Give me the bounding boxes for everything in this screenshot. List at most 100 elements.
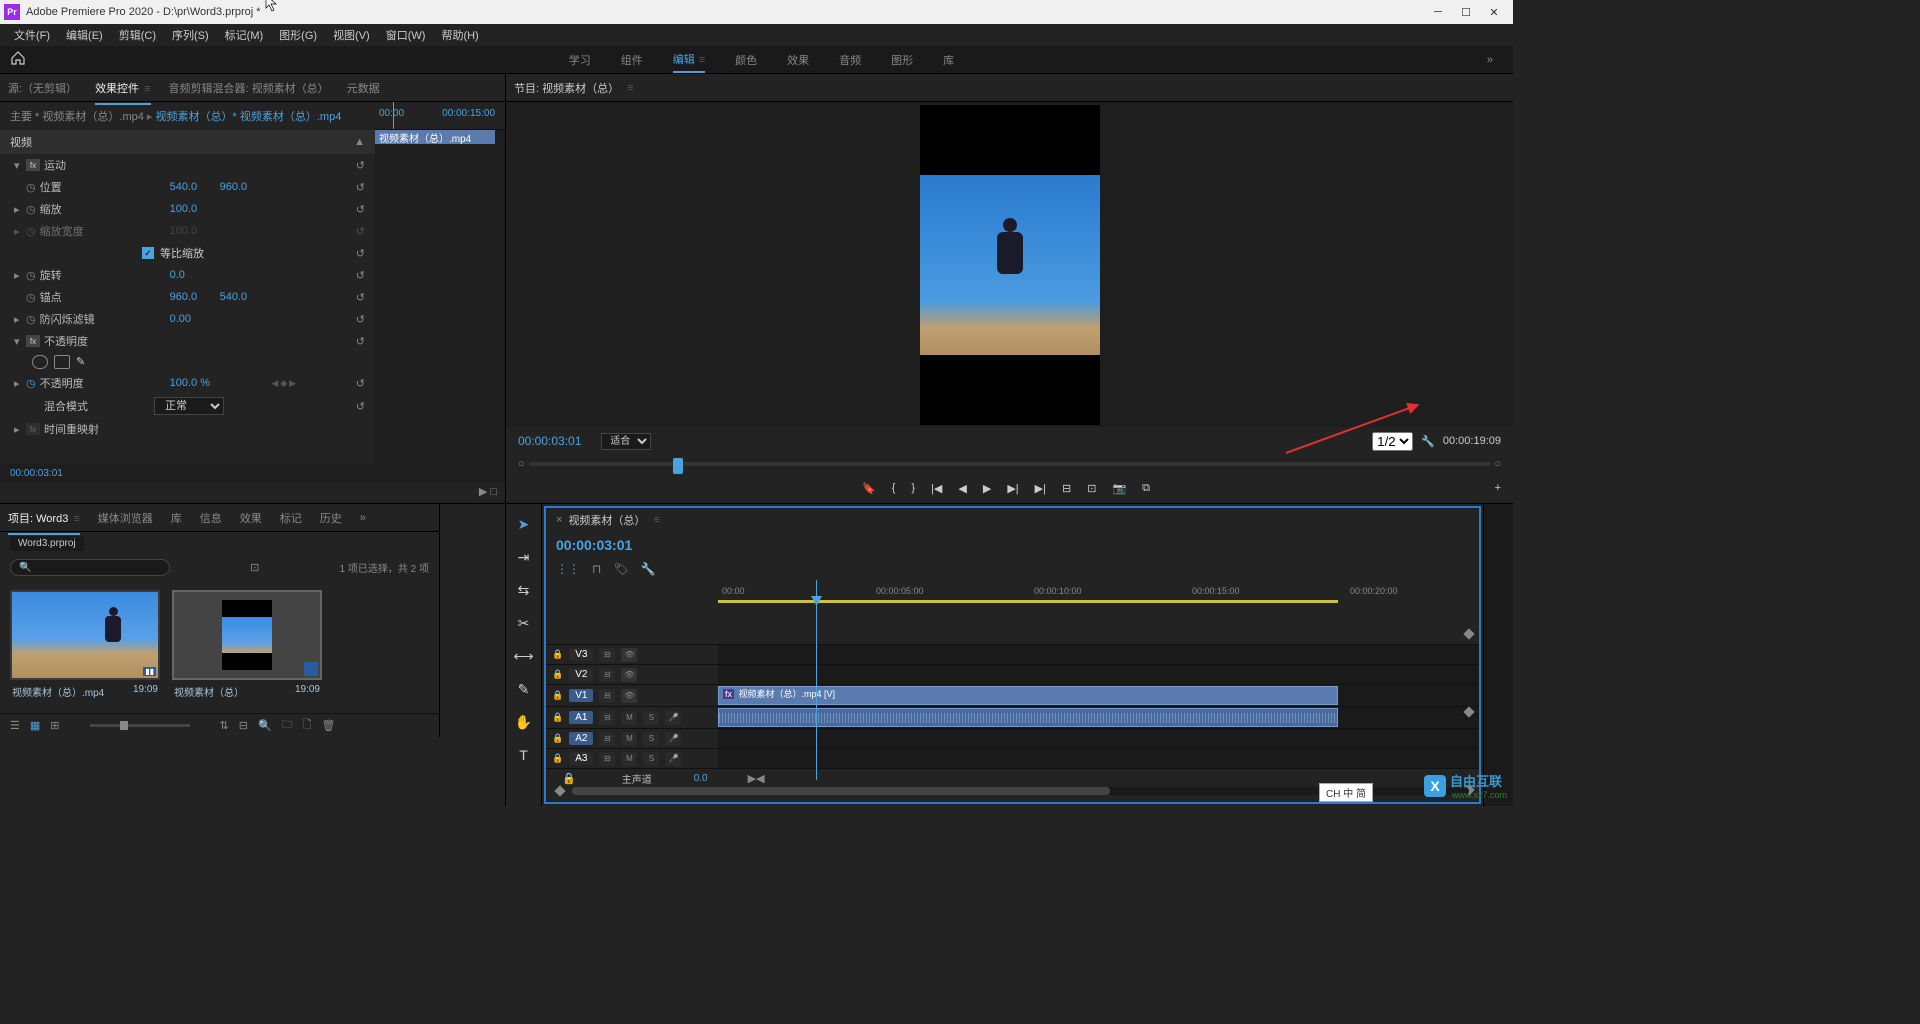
workspace-color[interactable]: 颜色 (735, 48, 757, 72)
project-filter-icon[interactable]: ⊡ (250, 561, 259, 574)
thumbnail-size-slider[interactable] (90, 724, 190, 727)
selection-tool[interactable]: ➤ (514, 514, 534, 534)
prop-rotation[interactable]: ▸◷ 旋转 0.0 ↺ (0, 264, 375, 286)
workspace-editing[interactable]: 编辑≡ (673, 47, 705, 73)
tab-markers[interactable]: 标记 (280, 506, 302, 530)
track-a3[interactable]: 🔒 A3 ⊟ M S 🎤 (546, 748, 1479, 768)
tab-history[interactable]: 历史 (320, 506, 342, 530)
workspace-learn[interactable]: 学习 (569, 48, 591, 72)
workspace-graphics[interactable]: 图形 (891, 48, 913, 72)
tab-libraries[interactable]: 库 (171, 506, 182, 530)
timeline-tab-close[interactable]: × (556, 514, 562, 526)
step-forward-icon[interactable]: ▶| (1007, 482, 1018, 495)
project-item-clip[interactable]: ▮▮ 视频素材（总）.mp4 19:09 (10, 590, 160, 703)
prop-anti-flicker[interactable]: ▸◷ 防闪烁滤镜 0.00 ↺ (0, 308, 375, 330)
program-timecode[interactable]: 00:00:03:01 (518, 434, 581, 448)
mark-in-icon[interactable]: { (892, 482, 896, 494)
workspace-effects[interactable]: 效果 (787, 48, 809, 72)
hand-tool[interactable]: ✋ (514, 712, 534, 732)
new-bin-icon[interactable]: 🗀 (282, 716, 293, 735)
workspace-overflow[interactable]: » (1487, 54, 1493, 66)
effect-motion[interactable]: ▾fx 运动 ↺ (0, 154, 375, 176)
workspace-audio[interactable]: 音频 (839, 48, 861, 72)
sort-icon[interactable]: ⇅ (220, 719, 229, 732)
track-a1[interactable]: 🔒 A1 ⊟ M S 🎤 (546, 706, 1479, 728)
audio-meters[interactable] (1483, 504, 1513, 806)
menu-window[interactable]: 窗口(W) (380, 25, 432, 45)
track-select-tool[interactable]: ⇥ (514, 547, 534, 567)
tab-project[interactable]: 项目: Word3 ≡ (8, 506, 80, 530)
tab-effect-controls[interactable]: 效果控件 ≡ (95, 76, 150, 100)
trash-icon[interactable]: 🗑 (322, 719, 336, 732)
tab-source[interactable]: 源:（无剪辑） (8, 76, 77, 100)
find-icon[interactable]: 🔍 (258, 719, 272, 732)
export-frame-icon[interactable]: 📷 (1112, 482, 1126, 495)
step-back-icon[interactable]: ◀ (958, 482, 966, 495)
mark-out-icon[interactable]: } (911, 482, 915, 494)
menu-edit[interactable]: 编辑(E) (60, 25, 109, 45)
effect-time-remap[interactable]: ▸fx 时间重映射 (0, 418, 375, 440)
program-scrubber[interactable]: ○ ○ (506, 455, 1513, 473)
menu-file[interactable]: 文件(F) (8, 25, 56, 45)
prop-position[interactable]: ◷ 位置 540.0 960.0 ↺ (0, 176, 375, 198)
prop-opacity-value[interactable]: ▸◷ 不透明度 100.0 % ◀◆▶ ↺ (0, 372, 375, 394)
freeform-view-icon[interactable]: ⊞ (50, 719, 59, 732)
track-v3[interactable]: 🔒 V3 ⊟ 👁 (546, 644, 1479, 664)
timeline-playhead[interactable] (816, 580, 817, 780)
prop-uniform-scale[interactable]: ✓ 等比缩放 ↺ (0, 242, 375, 264)
menu-marker[interactable]: 标记(M) (219, 25, 270, 45)
track-a2[interactable]: 🔒 A2 ⊟ M S 🎤 (546, 728, 1479, 748)
mask-pen-icon[interactable]: ✎ (76, 355, 92, 369)
opacity-masks[interactable]: ✎ (0, 352, 375, 372)
compare-icon[interactable]: ⧉ (1142, 482, 1150, 495)
blend-mode-select[interactable]: 正常 (154, 397, 224, 415)
effect-timeline[interactable]: 00:00 00:00:15:00 视频素材（总）.mp4 (375, 102, 505, 464)
close-button[interactable]: ✕ (1487, 5, 1501, 19)
home-button[interactable] (0, 47, 36, 72)
marker-tool-icon[interactable]: 🏷 (613, 562, 628, 576)
effect-zoom-icon[interactable]: ▶ □ (479, 485, 497, 501)
new-item-icon[interactable]: 🗋 (303, 716, 312, 735)
effect-timecode[interactable]: 00:00:03:01 (0, 464, 505, 483)
linked-selection-icon[interactable]: ⊓ (592, 562, 601, 576)
keyframe-nav[interactable]: ◀◆▶ (271, 378, 296, 389)
minimize-button[interactable]: ─ (1431, 5, 1445, 19)
timeline-timecode[interactable]: 00:00:03:01 (556, 537, 632, 553)
prop-scale[interactable]: ▸◷ 缩放 100.0 ↺ (0, 198, 375, 220)
extract-icon[interactable]: ⊡ (1087, 482, 1096, 495)
mask-rect-icon[interactable] (54, 355, 70, 369)
tab-audio-mixer[interactable]: 音频剪辑混合器: 视频素材（总） (169, 76, 329, 100)
button-editor-icon[interactable]: + (1495, 482, 1501, 494)
workspace-libraries[interactable]: 库 (943, 48, 954, 72)
auto-sequence-icon[interactable]: ⊟ (239, 719, 248, 732)
tab-info[interactable]: 信息 (200, 506, 222, 530)
settings-icon[interactable]: 🔧 (641, 562, 656, 576)
menu-view[interactable]: 视图(V) (327, 25, 376, 45)
timeline-video-clip[interactable]: fx 视频素材（总）.mp4 [V] (718, 686, 1338, 705)
tab-metadata[interactable]: 元数据 (347, 76, 380, 100)
maximize-button[interactable]: ☐ (1459, 5, 1473, 19)
menu-graphics[interactable]: 图形(G) (273, 25, 323, 45)
menu-help[interactable]: 帮助(H) (435, 25, 484, 45)
track-v2[interactable]: 🔒 V2 ⊟ 👁 (546, 664, 1479, 684)
project-search-input[interactable] (10, 559, 170, 576)
timeline-audio-clip[interactable] (718, 708, 1338, 727)
prop-blend-mode[interactable]: 混合模式 正常 ↺ (0, 394, 375, 418)
list-view-icon[interactable]: ☰ (10, 719, 20, 732)
tab-media-browser[interactable]: 媒体浏览器 (98, 506, 153, 530)
prop-anchor[interactable]: ◷ 锚点 960.0 540.0 ↺ (0, 286, 375, 308)
workspace-assembly[interactable]: 组件 (621, 48, 643, 72)
wrench-icon[interactable]: 🔧 (1421, 435, 1435, 448)
go-in-icon[interactable]: |◀ (931, 482, 942, 495)
menu-clip[interactable]: 剪辑(C) (113, 25, 162, 45)
program-viewer[interactable] (506, 102, 1513, 427)
type-tool[interactable]: T (514, 745, 534, 765)
timeline-work-area[interactable] (718, 600, 1338, 603)
icon-view-icon[interactable]: ▦ (30, 719, 40, 732)
project-breadcrumb[interactable]: Word3.prproj (10, 536, 84, 551)
scroll-diamond-icon[interactable] (1463, 706, 1474, 717)
mask-ellipse-icon[interactable] (32, 355, 48, 369)
go-out-icon[interactable]: ▶| (1035, 482, 1046, 495)
tab-effects[interactable]: 效果 (240, 506, 262, 530)
pen-tool[interactable]: ✎ (514, 679, 534, 699)
